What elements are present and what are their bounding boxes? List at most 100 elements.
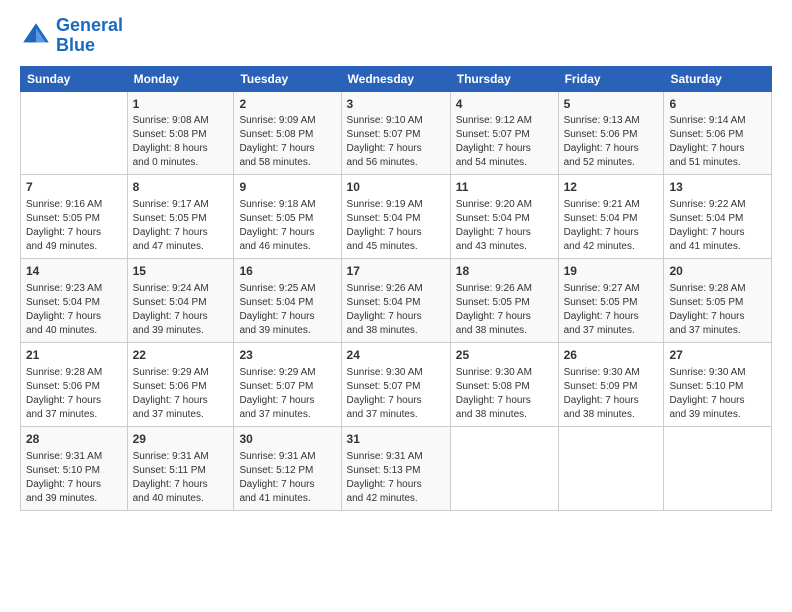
cell-info: Sunset: 5:07 PM (347, 128, 445, 142)
cell-info: Sunrise: 9:13 AM (564, 114, 659, 128)
cell-info: Daylight: 7 hours (564, 394, 659, 408)
cell-info: Sunrise: 9:12 AM (456, 114, 553, 128)
cell-info: and 37 minutes. (564, 324, 659, 338)
cell-info: and 39 minutes. (26, 492, 122, 506)
cell-info: Sunrise: 9:23 AM (26, 282, 122, 296)
calendar-cell: 18Sunrise: 9:26 AMSunset: 5:05 PMDayligh… (450, 259, 558, 343)
cell-info: Sunrise: 9:29 AM (239, 366, 335, 380)
cell-info: Daylight: 7 hours (564, 310, 659, 324)
logo-icon (20, 20, 52, 52)
cell-info: Sunset: 5:07 PM (239, 380, 335, 394)
cell-info: Daylight: 7 hours (133, 478, 229, 492)
cell-info: Sunrise: 9:28 AM (26, 366, 122, 380)
calendar-table: SundayMondayTuesdayWednesdayThursdayFrid… (20, 66, 772, 511)
day-number: 17 (347, 263, 445, 280)
calendar-cell: 24Sunrise: 9:30 AMSunset: 5:07 PMDayligh… (341, 342, 450, 426)
cell-info: Daylight: 7 hours (347, 310, 445, 324)
calendar-cell: 29Sunrise: 9:31 AMSunset: 5:11 PMDayligh… (127, 426, 234, 510)
cell-info: and 54 minutes. (456, 156, 553, 170)
cell-info: and 38 minutes. (564, 408, 659, 422)
calendar-cell: 6Sunrise: 9:14 AMSunset: 5:06 PMDaylight… (664, 91, 772, 175)
cell-info: Sunset: 5:04 PM (347, 296, 445, 310)
calendar-week-5: 28Sunrise: 9:31 AMSunset: 5:10 PMDayligh… (21, 426, 772, 510)
calendar-cell: 16Sunrise: 9:25 AMSunset: 5:04 PMDayligh… (234, 259, 341, 343)
day-number: 5 (564, 96, 659, 113)
cell-info: Sunrise: 9:20 AM (456, 198, 553, 212)
cell-info: Daylight: 7 hours (133, 394, 229, 408)
cell-info: Daylight: 7 hours (133, 310, 229, 324)
cell-info: and 38 minutes. (456, 408, 553, 422)
calendar-week-3: 14Sunrise: 9:23 AMSunset: 5:04 PMDayligh… (21, 259, 772, 343)
cell-info: Daylight: 7 hours (239, 310, 335, 324)
cell-info: Sunrise: 9:31 AM (347, 450, 445, 464)
cell-info: and 45 minutes. (347, 240, 445, 254)
cell-info: and 58 minutes. (239, 156, 335, 170)
calendar-cell: 8Sunrise: 9:17 AMSunset: 5:05 PMDaylight… (127, 175, 234, 259)
cell-info: and 37 minutes. (669, 324, 766, 338)
cell-info: Sunrise: 9:24 AM (133, 282, 229, 296)
day-number: 15 (133, 263, 229, 280)
cell-info: Daylight: 7 hours (26, 226, 122, 240)
day-number: 26 (564, 347, 659, 364)
cell-info: and 38 minutes. (347, 324, 445, 338)
cell-info: and 42 minutes. (564, 240, 659, 254)
cell-info: Sunset: 5:08 PM (239, 128, 335, 142)
calendar-cell (664, 426, 772, 510)
header-cell-monday: Monday (127, 66, 234, 91)
calendar-cell: 30Sunrise: 9:31 AMSunset: 5:12 PMDayligh… (234, 426, 341, 510)
day-number: 16 (239, 263, 335, 280)
cell-info: and 0 minutes. (133, 156, 229, 170)
day-number: 4 (456, 96, 553, 113)
cell-info: Daylight: 7 hours (347, 478, 445, 492)
cell-info: and 39 minutes. (669, 408, 766, 422)
cell-info: Sunset: 5:12 PM (239, 464, 335, 478)
cell-info: Sunrise: 9:30 AM (456, 366, 553, 380)
cell-info: Daylight: 7 hours (564, 142, 659, 156)
cell-info: Daylight: 7 hours (669, 142, 766, 156)
cell-info: and 39 minutes. (133, 324, 229, 338)
calendar-cell (450, 426, 558, 510)
day-number: 31 (347, 431, 445, 448)
cell-info: Sunset: 5:05 PM (669, 296, 766, 310)
cell-info: Daylight: 7 hours (669, 226, 766, 240)
day-number: 22 (133, 347, 229, 364)
calendar-cell: 31Sunrise: 9:31 AMSunset: 5:13 PMDayligh… (341, 426, 450, 510)
cell-info: and 41 minutes. (239, 492, 335, 506)
cell-info: Daylight: 7 hours (564, 226, 659, 240)
cell-info: Daylight: 7 hours (347, 226, 445, 240)
cell-info: and 40 minutes. (133, 492, 229, 506)
day-number: 7 (26, 179, 122, 196)
calendar-cell: 3Sunrise: 9:10 AMSunset: 5:07 PMDaylight… (341, 91, 450, 175)
day-number: 2 (239, 96, 335, 113)
cell-info: Daylight: 7 hours (669, 310, 766, 324)
cell-info: Daylight: 7 hours (26, 478, 122, 492)
header-cell-thursday: Thursday (450, 66, 558, 91)
cell-info: Sunrise: 9:30 AM (564, 366, 659, 380)
logo-text: General Blue (56, 16, 123, 56)
calendar-cell: 23Sunrise: 9:29 AMSunset: 5:07 PMDayligh… (234, 342, 341, 426)
cell-info: Daylight: 7 hours (239, 142, 335, 156)
cell-info: and 52 minutes. (564, 156, 659, 170)
cell-info: and 39 minutes. (239, 324, 335, 338)
cell-info: Sunset: 5:10 PM (669, 380, 766, 394)
header: General Blue (20, 16, 772, 56)
calendar-cell: 7Sunrise: 9:16 AMSunset: 5:05 PMDaylight… (21, 175, 128, 259)
cell-info: Sunrise: 9:30 AM (669, 366, 766, 380)
cell-info: and 49 minutes. (26, 240, 122, 254)
cell-info: Sunrise: 9:27 AM (564, 282, 659, 296)
calendar-cell: 1Sunrise: 9:08 AMSunset: 5:08 PMDaylight… (127, 91, 234, 175)
day-number: 9 (239, 179, 335, 196)
cell-info: and 40 minutes. (26, 324, 122, 338)
day-number: 6 (669, 96, 766, 113)
cell-info: Sunset: 5:06 PM (669, 128, 766, 142)
cell-info: Sunset: 5:04 PM (239, 296, 335, 310)
day-number: 18 (456, 263, 553, 280)
calendar-cell: 20Sunrise: 9:28 AMSunset: 5:05 PMDayligh… (664, 259, 772, 343)
cell-info: Daylight: 7 hours (456, 310, 553, 324)
calendar-cell: 5Sunrise: 9:13 AMSunset: 5:06 PMDaylight… (558, 91, 664, 175)
cell-info: Sunrise: 9:30 AM (347, 366, 445, 380)
cell-info: Sunset: 5:08 PM (456, 380, 553, 394)
day-number: 25 (456, 347, 553, 364)
cell-info: Sunset: 5:04 PM (133, 296, 229, 310)
cell-info: Sunset: 5:10 PM (26, 464, 122, 478)
